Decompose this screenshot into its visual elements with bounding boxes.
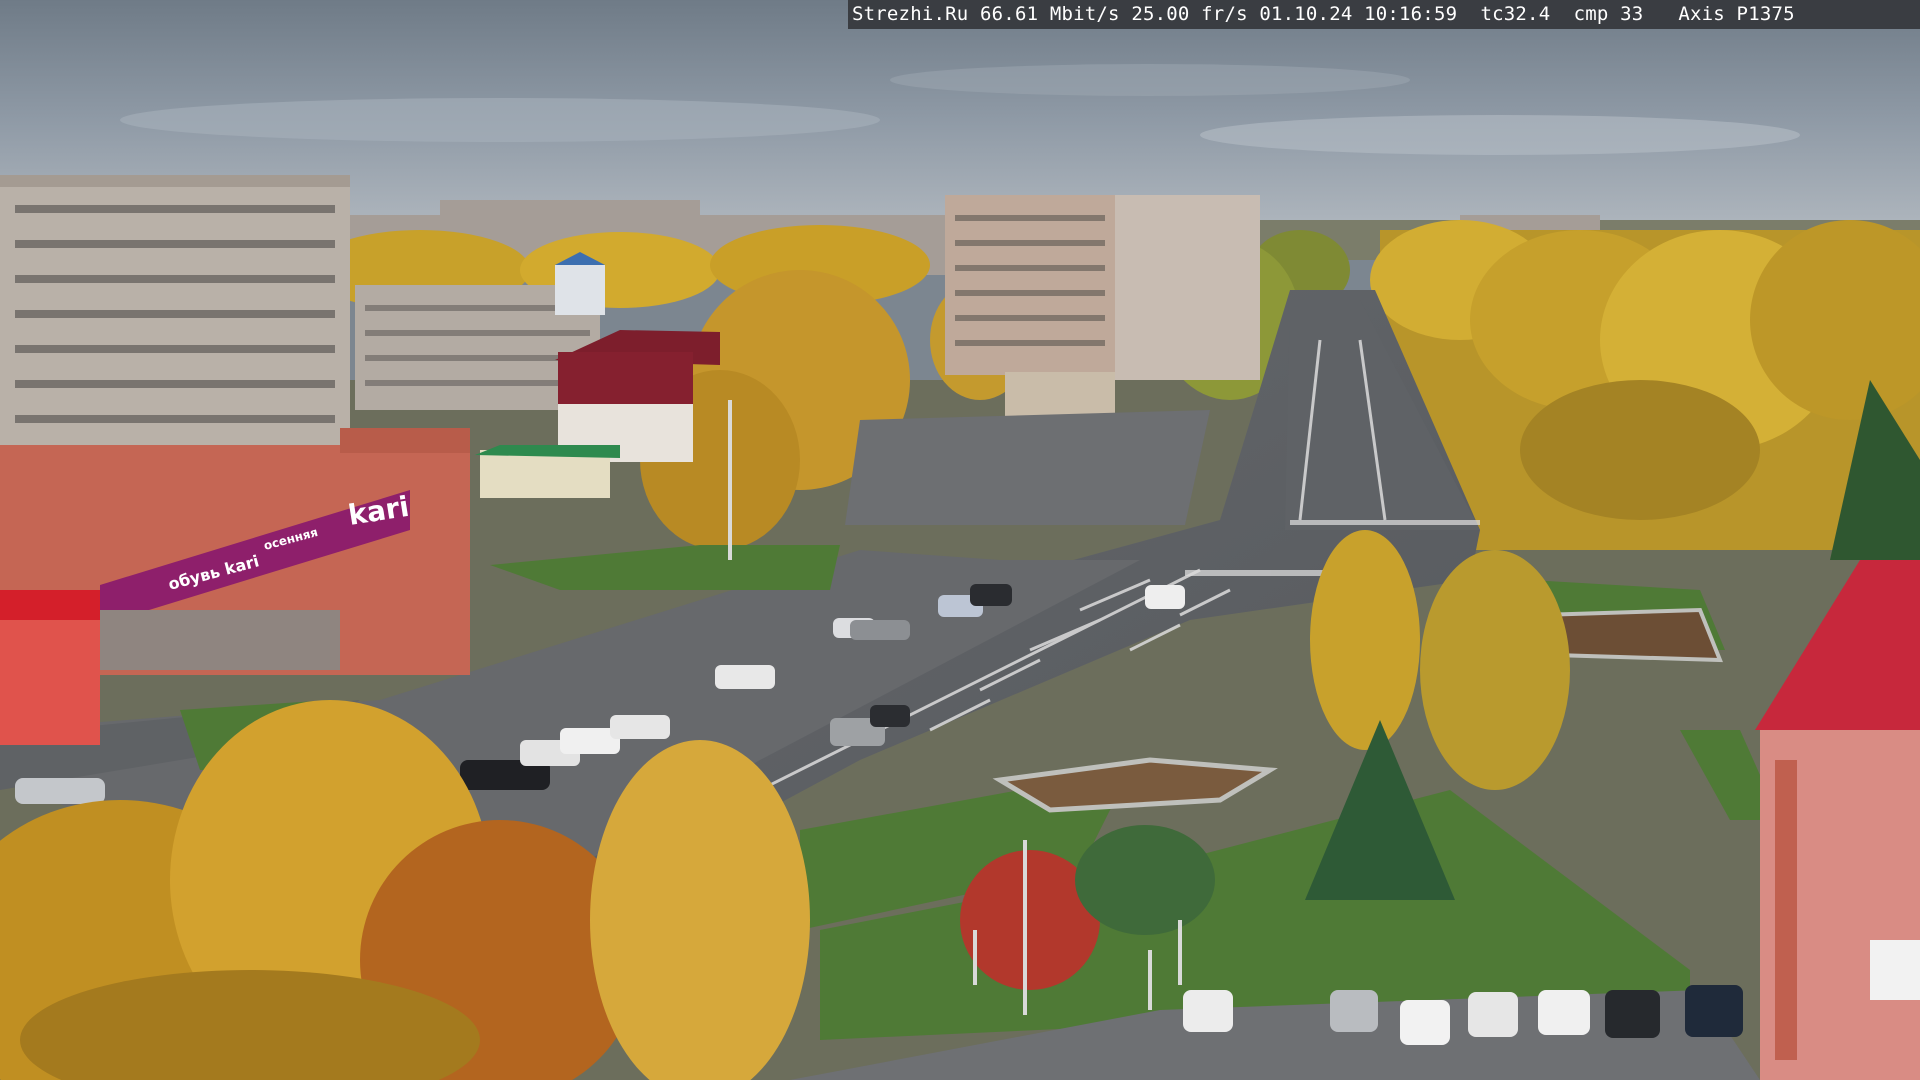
street-scene: kari обувь kari осенняя (0, 0, 1920, 1080)
green-kiosk (475, 445, 620, 498)
camera-overlay-text: Strezhi.Ru 66.61 Mbit/s 25.00 fr/s 01.10… (848, 0, 1920, 29)
central-square (845, 410, 1210, 525)
